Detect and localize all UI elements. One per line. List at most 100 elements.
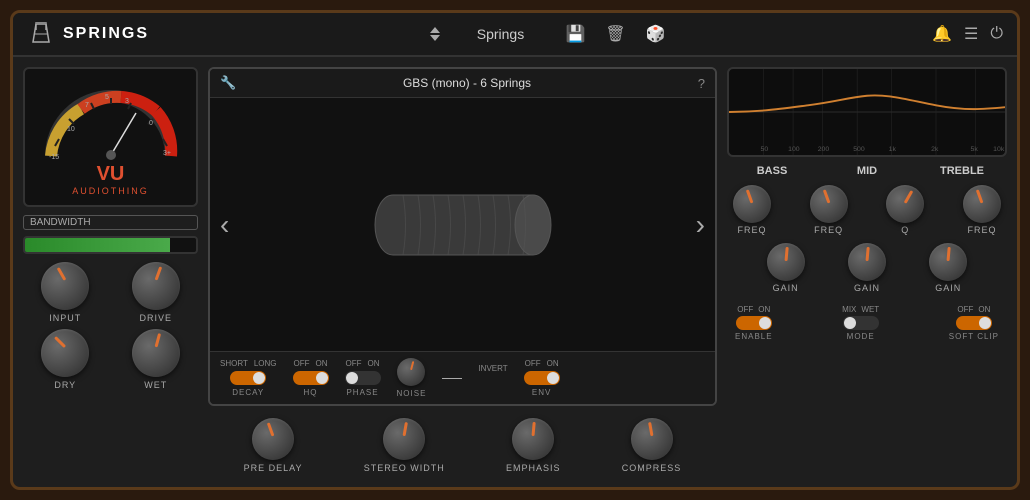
noise-knob[interactable] bbox=[397, 358, 425, 386]
drive-knob[interactable] bbox=[132, 262, 180, 310]
enable-toggle[interactable] bbox=[736, 316, 772, 330]
enable-toggle-group: OFF ON ENABLE bbox=[735, 305, 773, 341]
soft-clip-thumb bbox=[979, 317, 991, 329]
mid-freq-label: FREQ bbox=[814, 225, 843, 235]
env2-toggle-group: OFF ON ENV bbox=[524, 359, 560, 397]
settings-icon[interactable]: 🔧 bbox=[220, 75, 236, 91]
env-toggle[interactable] bbox=[524, 371, 560, 385]
phase-label: PHASE bbox=[346, 388, 378, 397]
save-button[interactable]: 💾 bbox=[560, 22, 590, 46]
mode-label: MODE bbox=[847, 332, 875, 341]
emphasis-knob[interactable] bbox=[512, 418, 554, 460]
decay-toggle[interactable] bbox=[230, 371, 266, 385]
preset-down-arrow[interactable] bbox=[430, 35, 440, 41]
stereo-width-knob[interactable] bbox=[383, 418, 425, 460]
menu-icon[interactable]: ☰ bbox=[964, 24, 978, 44]
spring-prev-button[interactable]: ‹ bbox=[210, 199, 239, 251]
pre-delay-group: PRE DELAY bbox=[244, 418, 303, 473]
enable-thumb bbox=[759, 317, 771, 329]
bass-gain-label: GAIN bbox=[773, 283, 799, 293]
enable-on-label: ON bbox=[758, 305, 770, 314]
svg-text:7: 7 bbox=[85, 102, 89, 109]
bass-freq-group: FREQ bbox=[733, 185, 771, 235]
mid-freq-knob[interactable] bbox=[810, 185, 848, 223]
bell-icon[interactable]: 🔔 bbox=[932, 24, 952, 44]
vu-meter-container: -15 10 7 5 3 0 3+ VU AUDIOTHING bbox=[23, 67, 198, 207]
mid-gain-knob[interactable] bbox=[848, 243, 886, 281]
noise-label: NOISE bbox=[397, 389, 427, 398]
hq-on-label: ON bbox=[316, 359, 328, 368]
spring-next-button[interactable]: › bbox=[686, 199, 715, 251]
random-button[interactable]: 🎲 bbox=[641, 22, 671, 46]
pre-delay-knob[interactable] bbox=[252, 418, 294, 460]
help-icon[interactable]: ? bbox=[698, 76, 705, 91]
right-panel: 50 100 200 500 1k 2k 5k 10k BASS MID TRE… bbox=[727, 67, 1007, 477]
enable-off-label: OFF bbox=[737, 305, 753, 314]
decay-label: DECAY bbox=[232, 388, 264, 397]
eq-section-labels: BASS MID TREBLE bbox=[727, 165, 1007, 177]
hq-off-label: OFF bbox=[294, 359, 310, 368]
dry-knob-group: DRY bbox=[23, 329, 108, 390]
mid-q-label: Q bbox=[901, 225, 909, 235]
power-icon[interactable]: ⏻ bbox=[990, 25, 1003, 43]
middle-panel: 🔧 GBS (mono) - 6 Springs ? ‹ bbox=[208, 67, 717, 477]
decay-toggle-group: SHORT LONG DECAY bbox=[220, 359, 277, 397]
svg-text:0: 0 bbox=[149, 120, 153, 127]
content-area: -15 10 7 5 3 0 3+ VU AUDIOTHING BANDWIDT… bbox=[13, 57, 1017, 487]
bass-freq-label: FREQ bbox=[737, 225, 766, 235]
env-thumb bbox=[547, 372, 559, 384]
preset-name: Springs bbox=[450, 26, 550, 42]
drive-knob-group: DRIVE bbox=[114, 262, 199, 323]
bottom-knobs-row: PRE DELAY STEREO WIDTH EMPHASIS COMPRESS bbox=[208, 414, 717, 477]
spring-viewer-header: 🔧 GBS (mono) - 6 Springs ? bbox=[210, 69, 715, 98]
stereo-width-label: STEREO WIDTH bbox=[364, 463, 445, 473]
preset-up-arrow[interactable] bbox=[430, 27, 440, 33]
soft-clip-toggle[interactable] bbox=[956, 316, 992, 330]
mid-label: MID bbox=[807, 165, 927, 177]
vu-meter-arc: -15 10 7 5 3 0 3+ bbox=[41, 81, 181, 161]
compress-label: COMPRESS bbox=[622, 463, 682, 473]
softclip-on-label: ON bbox=[978, 305, 990, 314]
dry-knob[interactable] bbox=[41, 329, 89, 377]
input-knob[interactable] bbox=[41, 262, 89, 310]
emphasis-group: EMPHASIS bbox=[506, 418, 561, 473]
decay-thumb bbox=[253, 372, 265, 384]
mid-q-knob[interactable] bbox=[886, 185, 924, 223]
env-toggle-group: INVERT bbox=[478, 364, 507, 393]
svg-text:5k: 5k bbox=[971, 146, 979, 153]
mode-toggle[interactable] bbox=[843, 316, 879, 330]
mid-freq-group: FREQ bbox=[810, 185, 848, 235]
wet-knob[interactable] bbox=[132, 329, 180, 377]
bass-gain-knob[interactable] bbox=[767, 243, 805, 281]
spring-svg bbox=[353, 185, 573, 265]
phase-toggle[interactable] bbox=[345, 371, 381, 385]
bandwidth-bar-container bbox=[23, 236, 198, 254]
treble-gain-knob[interactable] bbox=[929, 243, 967, 281]
header-right-controls: 🔔 ☰ ⏻ bbox=[932, 24, 1003, 44]
vu-label: VU bbox=[97, 163, 125, 186]
phase-thumb bbox=[346, 372, 358, 384]
spring-viewer: 🔧 GBS (mono) - 6 Springs ? ‹ bbox=[208, 67, 717, 406]
hq-label: HQ bbox=[304, 388, 318, 397]
delete-button[interactable]: 🗑 bbox=[600, 22, 630, 46]
treble-freq-knob[interactable] bbox=[963, 185, 1001, 223]
hq-toggle-group: OFF ON HQ bbox=[293, 359, 329, 397]
env2-label: ENV bbox=[532, 388, 551, 397]
bass-freq-knob[interactable] bbox=[733, 185, 771, 223]
header-bar: SPRINGS Springs 💾 🗑 🎲 🔔 ☰ ⏻ bbox=[13, 13, 1017, 57]
mid-gain-group: GAIN bbox=[848, 243, 886, 293]
svg-text:200: 200 bbox=[818, 146, 830, 153]
compress-knob[interactable] bbox=[631, 418, 673, 460]
soft-clip-label: SOFT CLIP bbox=[949, 332, 999, 341]
drive-label: DRIVE bbox=[139, 313, 172, 323]
flask-icon bbox=[27, 20, 55, 48]
treble-gain-label: GAIN bbox=[935, 283, 961, 293]
hq-toggle[interactable] bbox=[293, 371, 329, 385]
hq-thumb bbox=[316, 372, 328, 384]
env-off-label: OFF bbox=[525, 359, 541, 368]
bass-label: BASS bbox=[737, 165, 807, 177]
svg-text:-15: -15 bbox=[49, 154, 59, 161]
preset-nav-arrows[interactable] bbox=[430, 27, 440, 41]
main-window: SPRINGS Springs 💾 🗑 🎲 🔔 ☰ ⏻ bbox=[10, 10, 1020, 490]
input-label: INPUT bbox=[49, 313, 81, 323]
